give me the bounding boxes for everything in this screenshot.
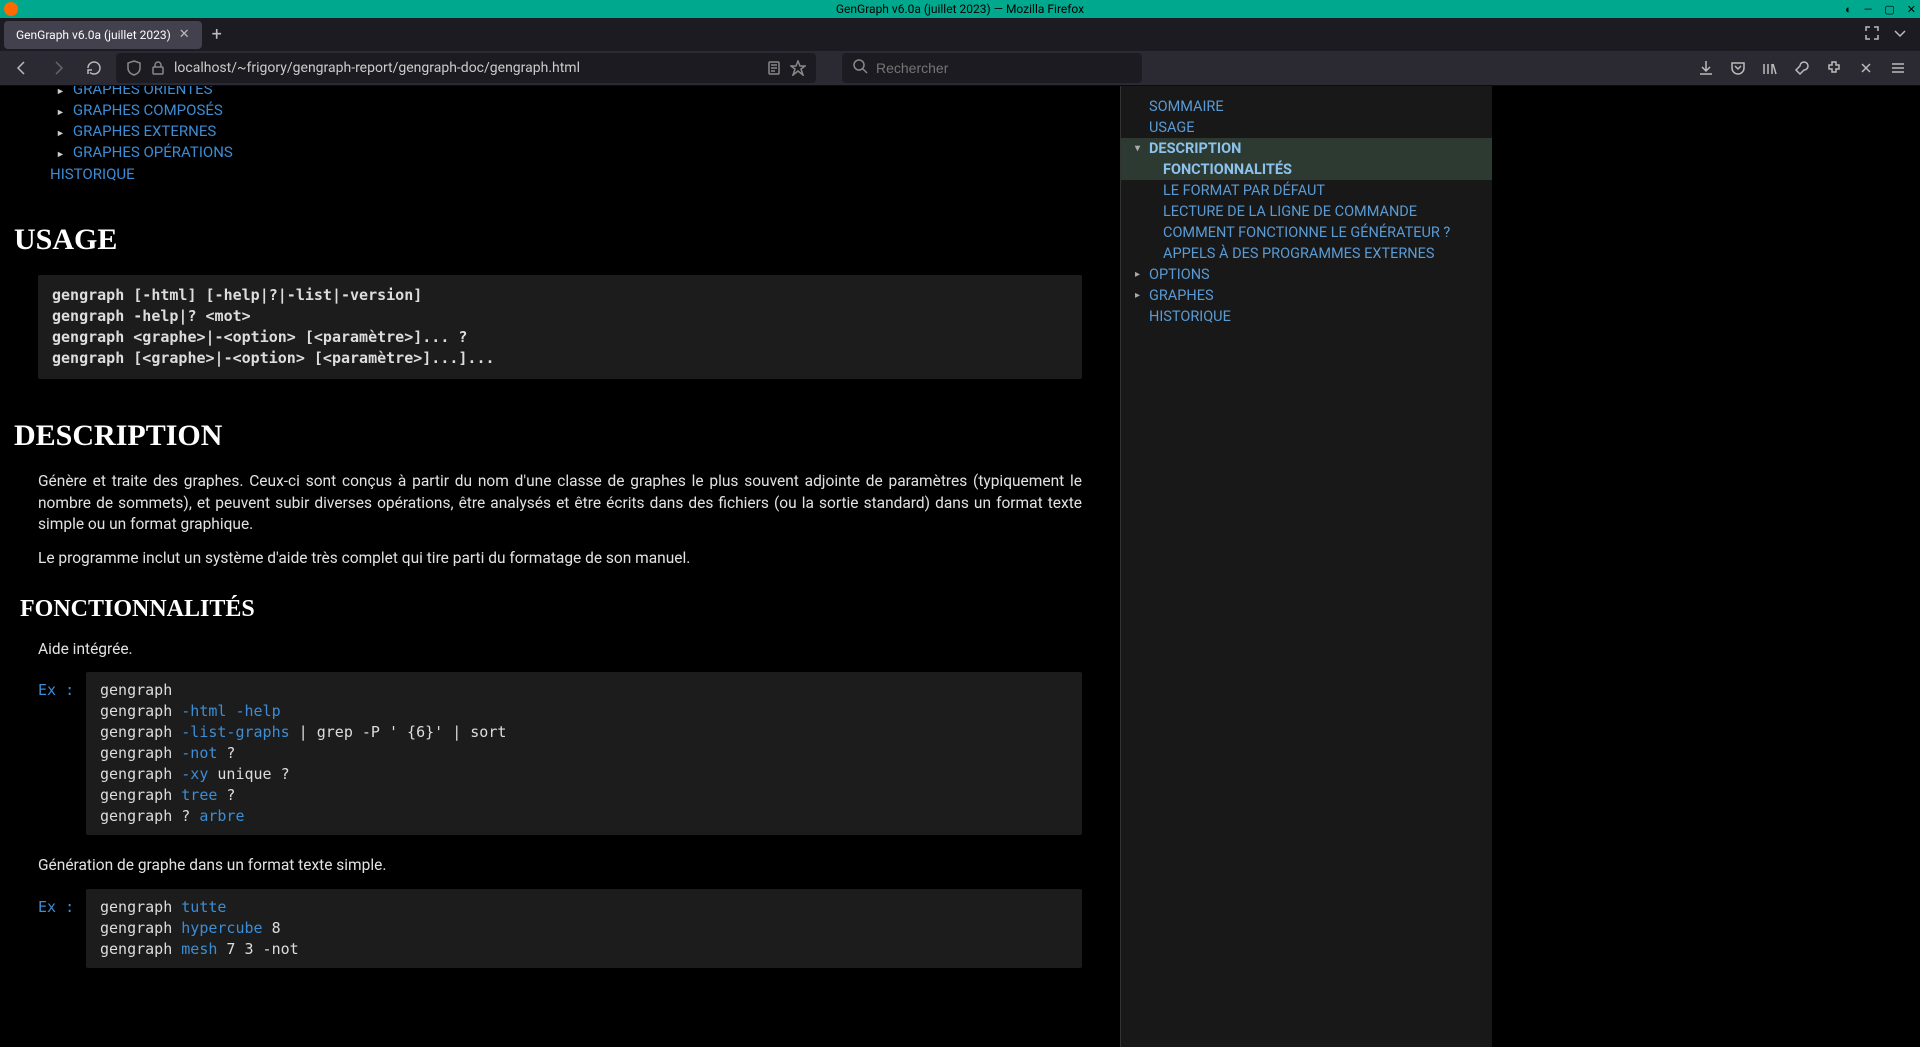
chevron-icon: ▸ (1135, 269, 1149, 280)
tab-close-icon[interactable]: ✕ (179, 27, 190, 42)
toc-item[interactable]: GRAPHES OPÉRATIONS (56, 141, 1106, 162)
sidenav-item[interactable]: FONCTIONNALITÉS (1121, 159, 1492, 180)
browser-tab[interactable]: GenGraph v6.0a (juillet 2023) ✕ (4, 21, 202, 49)
sidenav-link[interactable]: HISTORIQUE (1149, 308, 1231, 325)
sidenav-item[interactable]: HISTORIQUE (1121, 306, 1492, 327)
pocket-button[interactable] (1724, 54, 1752, 82)
chevron-icon: ▸ (1135, 290, 1149, 301)
lock-icon (150, 60, 166, 76)
reload-button[interactable] (80, 54, 108, 82)
fonctionnalites-heading: FONCTIONNALITÉS (20, 596, 1106, 623)
url-text: localhost/~frigory/gengraph-report/gengr… (174, 60, 758, 76)
library-button[interactable] (1756, 54, 1784, 82)
extension-button[interactable] (1820, 54, 1848, 82)
sidenav-link[interactable]: FONCTIONNALITÉS (1163, 161, 1292, 178)
sidenav-item[interactable]: ▸OPTIONS (1121, 264, 1492, 285)
sidenav-item[interactable]: COMMENT FONCTIONNE LE GÉNÉRATEUR ? (1121, 222, 1492, 243)
fullscreen-icon[interactable] (1864, 25, 1880, 45)
sidenav-link[interactable]: SOMMAIRE (1149, 98, 1224, 115)
tabs-dropdown-icon[interactable] (1892, 25, 1908, 45)
new-tab-button[interactable]: + (212, 24, 222, 45)
sidenav-link[interactable]: GRAPHES (1149, 287, 1214, 304)
sidenav-link[interactable]: LE FORMAT PAR DÉFAUT (1163, 182, 1325, 199)
bookmark-star-icon[interactable] (790, 60, 806, 76)
back-button[interactable] (8, 54, 36, 82)
toc-sublist: GRAPHES ORIENTÉSGRAPHES COMPOSÉSGRAPHES … (56, 86, 1106, 162)
devtools-button[interactable] (1788, 54, 1816, 82)
search-icon (852, 58, 868, 78)
description-paragraph-2: Le programme inclut un système d'aide tr… (38, 548, 1082, 570)
firefox-icon (4, 2, 18, 16)
sidenav-item[interactable]: ▾DESCRIPTION (1121, 138, 1492, 159)
overflow-button[interactable] (1852, 54, 1880, 82)
sidenav-item[interactable]: LE FORMAT PAR DÉFAUT (1121, 180, 1492, 201)
sidenav-item[interactable]: USAGE (1121, 117, 1492, 138)
shield-icon (126, 60, 142, 76)
sidenav-link[interactable]: DESCRIPTION (1149, 140, 1241, 157)
toc-item[interactable]: GRAPHES COMPOSÉS (56, 99, 1106, 120)
search-input[interactable] (876, 60, 1132, 76)
side-toc: SOMMAIREUSAGE▾DESCRIPTIONFONCTIONNALITÉS… (1120, 86, 1492, 1047)
description-heading: DESCRIPTION (14, 419, 1106, 453)
example-code-block-2: gengraph tutte gengraph hypercube 8 geng… (86, 889, 1082, 968)
ex-label-2: Ex : (38, 898, 74, 916)
window-title: GenGraph v6.0a (juillet 2023) — Mozilla … (836, 2, 1084, 16)
window-minimize-alt[interactable]: ◐ (1843, 3, 1854, 16)
appmenu-button[interactable] (1884, 54, 1912, 82)
forward-button[interactable] (44, 54, 72, 82)
sidenav-link[interactable]: OPTIONS (1149, 266, 1210, 283)
chevron-icon: ▾ (1135, 143, 1149, 154)
sidenav-link[interactable]: USAGE (1149, 119, 1195, 136)
sidenav-item[interactable]: SOMMAIRE (1121, 96, 1492, 117)
usage-code-block: gengraph [-html] [-help|?|-list|-version… (38, 275, 1082, 379)
ex-label: Ex : (38, 681, 74, 699)
window-close[interactable]: ✕ (1905, 3, 1918, 16)
url-bar[interactable]: localhost/~frigory/gengraph-report/gengr… (116, 53, 816, 83)
toc-historique-link[interactable]: HISTORIQUE (50, 165, 135, 183)
page-content: GRAPHES ORIENTÉSGRAPHES COMPOSÉSGRAPHES … (0, 86, 1920, 1047)
sidenav-link[interactable]: APPELS À DES PROGRAMMES EXTERNES (1163, 245, 1434, 262)
func-paragraph-2: Génération de graphe dans un format text… (38, 855, 1082, 877)
window-maximize[interactable]: ▢ (1882, 3, 1896, 16)
sidenav-item[interactable]: LECTURE DE LA LIGNE DE COMMANDE (1121, 201, 1492, 222)
window-minimize[interactable]: — (1862, 3, 1875, 16)
window-titlebar: GenGraph v6.0a (juillet 2023) — Mozilla … (0, 0, 1920, 18)
sidenav-item[interactable]: APPELS À DES PROGRAMMES EXTERNES (1121, 243, 1492, 264)
sidenav-link[interactable]: COMMENT FONCTIONNE LE GÉNÉRATEUR ? (1163, 224, 1450, 241)
search-bar[interactable] (842, 53, 1142, 83)
reader-mode-icon[interactable] (766, 60, 782, 76)
main-column[interactable]: GRAPHES ORIENTÉSGRAPHES COMPOSÉSGRAPHES … (0, 86, 1120, 1047)
description-paragraph-1: Génère et traite des graphes. Ceux-ci so… (38, 471, 1082, 536)
func-paragraph-1: Aide intégrée. (38, 639, 1082, 661)
sidenav-item[interactable]: ▸GRAPHES (1121, 285, 1492, 306)
usage-heading: USAGE (14, 223, 1106, 257)
browser-toolbar: localhost/~frigory/gengraph-report/gengr… (0, 51, 1920, 86)
toc-item[interactable]: GRAPHES ORIENTÉS (56, 86, 1106, 99)
tab-title: GenGraph v6.0a (juillet 2023) (16, 28, 171, 42)
sidenav-link[interactable]: LECTURE DE LA LIGNE DE COMMANDE (1163, 203, 1417, 220)
tab-strip: GenGraph v6.0a (juillet 2023) ✕ + (0, 18, 1920, 51)
toc-item[interactable]: GRAPHES EXTERNES (56, 120, 1106, 141)
example-code-block-1: gengraph gengraph -html -help gengraph -… (86, 672, 1082, 835)
downloads-button[interactable] (1692, 54, 1720, 82)
